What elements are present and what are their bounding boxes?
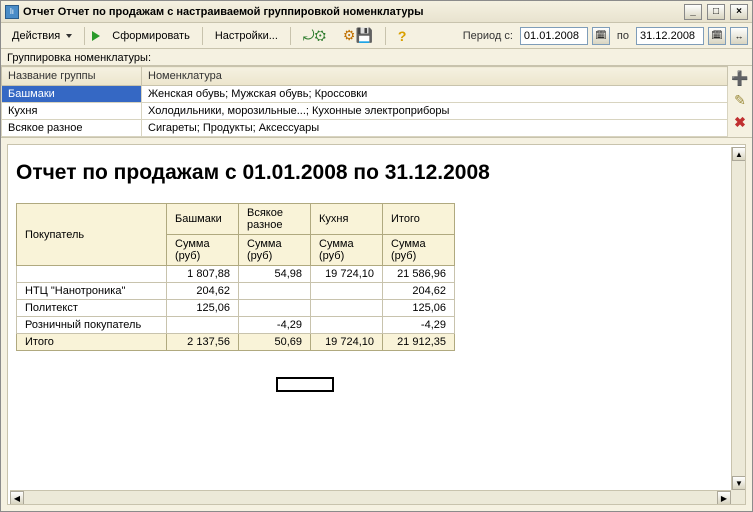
value-cell[interactable] bbox=[239, 283, 311, 300]
value-cell[interactable]: -4,29 bbox=[383, 317, 455, 334]
scroll-left-button[interactable]: ◀ bbox=[10, 491, 24, 505]
save-settings-button[interactable]: ⚙💾 bbox=[336, 23, 380, 48]
value-cell[interactable]: 19 724,10 bbox=[311, 266, 383, 283]
value-cell[interactable]: 21 586,96 bbox=[383, 266, 455, 283]
period-select-button[interactable]: ↔ bbox=[730, 27, 748, 45]
chevron-down-icon bbox=[66, 34, 72, 38]
col-header: Башмаки bbox=[167, 204, 239, 235]
delete-group-button[interactable]: ✖ bbox=[732, 114, 748, 130]
value-cell[interactable]: 54,98 bbox=[239, 266, 311, 283]
cell-cursor bbox=[276, 377, 334, 392]
grouping-row[interactable]: Башмаки Женская обувь; Мужская обувь; Кр… bbox=[2, 86, 728, 103]
buyer-cell[interactable]: Политекст bbox=[17, 300, 167, 317]
report-title: Отчет по продажам с 01.01.2008 по 31.12.… bbox=[16, 161, 725, 185]
window-title: Отчет Отчет по продажам с настраиваемой … bbox=[23, 6, 679, 18]
vertical-scrollbar[interactable]: ▲ ▼ bbox=[731, 147, 745, 490]
titlebar: lı Отчет Отчет по продажам с настраиваем… bbox=[1, 1, 752, 23]
value-cell[interactable] bbox=[239, 300, 311, 317]
toolbar: Действия Сформировать Настройки... ⤾⚙ ⚙💾… bbox=[1, 23, 752, 49]
group-items-cell[interactable]: Холодильники, морозильные...; Кухонные э… bbox=[142, 103, 728, 120]
buyer-cell[interactable]: НТЦ "Нанотроника" bbox=[17, 283, 167, 300]
sum-header: Сумма (руб) bbox=[311, 235, 383, 266]
value-cell[interactable]: 1 807,88 bbox=[167, 266, 239, 283]
scroll-down-button[interactable]: ▼ bbox=[732, 476, 746, 490]
col-header: Всякое разное bbox=[239, 204, 311, 235]
group-name-cell[interactable]: Башмаки bbox=[2, 86, 142, 103]
grouping-caption: Группировка номенклатуры: bbox=[1, 49, 752, 65]
value-cell[interactable] bbox=[311, 300, 383, 317]
scroll-right-button[interactable]: ▶ bbox=[717, 491, 731, 505]
run-icon[interactable] bbox=[92, 31, 100, 41]
report-table: Покупатель Башмаки Всякое разное Кухня И… bbox=[16, 203, 455, 351]
grouping-row[interactable]: Кухня Холодильники, морозильные...; Кухо… bbox=[2, 103, 728, 120]
date-to-input[interactable] bbox=[636, 27, 704, 45]
value-cell[interactable]: 125,06 bbox=[167, 300, 239, 317]
separator bbox=[84, 27, 85, 45]
grouping-panel: Название группы Номенклатура Башмаки Жен… bbox=[1, 65, 752, 138]
date-to-picker-button[interactable]: 🗓 bbox=[708, 27, 726, 45]
scroll-up-button[interactable]: ▲ bbox=[732, 147, 746, 161]
maximize-button[interactable]: □ bbox=[707, 4, 725, 20]
col-header: Кухня bbox=[311, 204, 383, 235]
grouping-table[interactable]: Название группы Номенклатура Башмаки Жен… bbox=[1, 66, 728, 137]
buyer-cell[interactable]: Розничный покупатель bbox=[17, 317, 167, 334]
scroll-corner bbox=[731, 490, 745, 504]
add-group-button[interactable]: ➕ bbox=[732, 70, 748, 86]
edit-group-button[interactable]: ✎ bbox=[732, 92, 748, 108]
total-label-cell[interactable]: Итого bbox=[17, 334, 167, 351]
sum-header: Сумма (руб) bbox=[167, 235, 239, 266]
sum-header: Сумма (руб) bbox=[239, 235, 311, 266]
restore-settings-button[interactable]: ⤾⚙ bbox=[296, 23, 333, 48]
value-cell[interactable]: -4,29 bbox=[239, 317, 311, 334]
actions-menu[interactable]: Действия bbox=[5, 26, 79, 46]
group-name-cell[interactable]: Кухня bbox=[2, 103, 142, 120]
actions-label: Действия bbox=[12, 30, 60, 42]
report-area: Отчет по продажам с 01.01.2008 по 31.12.… bbox=[7, 144, 746, 505]
report-spreadsheet[interactable]: Отчет по продажам с 01.01.2008 по 31.12.… bbox=[10, 147, 731, 490]
group-name-cell[interactable]: Всякое разное bbox=[2, 120, 142, 137]
separator bbox=[290, 27, 291, 45]
table-row[interactable]: Политекст 125,06 125,06 bbox=[17, 300, 455, 317]
period-from-label: Период с: bbox=[460, 28, 516, 44]
date-from-picker-button[interactable]: 🗓 bbox=[592, 27, 610, 45]
grouping-col-name[interactable]: Название группы bbox=[2, 67, 142, 86]
total-cell[interactable]: 19 724,10 bbox=[311, 334, 383, 351]
value-cell[interactable]: 125,06 bbox=[383, 300, 455, 317]
buyer-header: Покупатель bbox=[17, 204, 167, 266]
sum-header: Сумма (руб) bbox=[383, 235, 455, 266]
table-row[interactable]: 1 807,88 54,98 19 724,10 21 586,96 bbox=[17, 266, 455, 283]
total-cell[interactable]: 2 137,56 bbox=[167, 334, 239, 351]
grouping-col-nomen[interactable]: Номенклатура bbox=[142, 67, 728, 86]
buyer-cell[interactable] bbox=[17, 266, 167, 283]
minimize-button[interactable]: _ bbox=[684, 4, 702, 20]
value-cell[interactable] bbox=[167, 317, 239, 334]
grouping-row[interactable]: Всякое разное Сигареты; Продукты; Аксесс… bbox=[2, 120, 728, 137]
value-cell[interactable] bbox=[311, 317, 383, 334]
total-cell[interactable]: 50,69 bbox=[239, 334, 311, 351]
close-button[interactable]: × bbox=[730, 4, 748, 20]
separator bbox=[202, 27, 203, 45]
table-row[interactable]: НТЦ "Нанотроника" 204,62 204,62 bbox=[17, 283, 455, 300]
group-items-cell[interactable]: Женская обувь; Мужская обувь; Кроссовки bbox=[142, 86, 728, 103]
total-cell[interactable]: 21 912,35 bbox=[383, 334, 455, 351]
value-cell[interactable]: 204,62 bbox=[383, 283, 455, 300]
value-cell[interactable] bbox=[311, 283, 383, 300]
help-button[interactable]: ? bbox=[391, 24, 414, 48]
group-items-cell[interactable]: Сигареты; Продукты; Аксессуары bbox=[142, 120, 728, 137]
settings-button[interactable]: Настройки... bbox=[208, 26, 285, 46]
date-from-input[interactable] bbox=[520, 27, 588, 45]
app-icon: lı bbox=[5, 5, 19, 19]
grouping-side-buttons: ➕ ✎ ✖ bbox=[728, 66, 752, 137]
form-button[interactable]: Сформировать bbox=[105, 26, 197, 46]
value-cell[interactable]: 204,62 bbox=[167, 283, 239, 300]
period-to-label: по bbox=[614, 28, 632, 44]
col-header: Итого bbox=[383, 204, 455, 235]
horizontal-scrollbar[interactable]: ◀ ▶ bbox=[10, 490, 731, 504]
total-row[interactable]: Итого 2 137,56 50,69 19 724,10 21 912,35 bbox=[17, 334, 455, 351]
report-window: lı Отчет Отчет по продажам с настраиваем… bbox=[0, 0, 753, 512]
separator bbox=[385, 27, 386, 45]
table-row[interactable]: Розничный покупатель -4,29 -4,29 bbox=[17, 317, 455, 334]
